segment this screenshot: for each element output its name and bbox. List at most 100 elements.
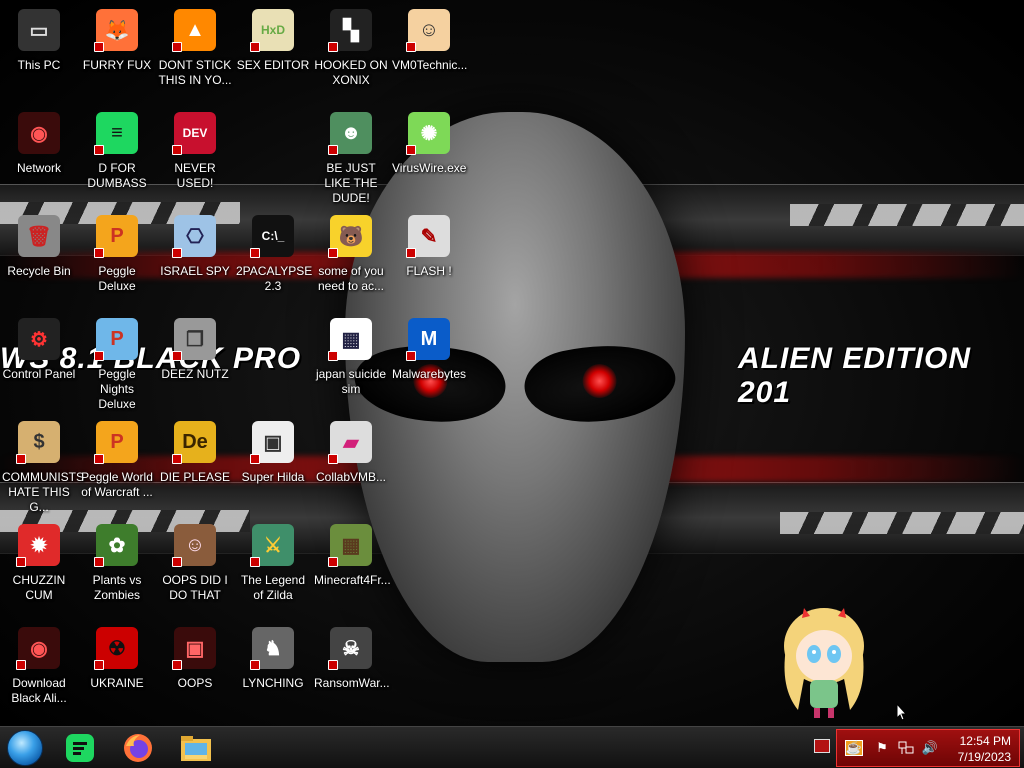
- taskbar-firefox-icon[interactable]: [116, 730, 160, 766]
- system-tray: ☕ ⚑ 🔊 12:54 PM 7/19/2023: [836, 729, 1020, 767]
- taskbar-green-app-icon[interactable]: [58, 730, 102, 766]
- desktop-icon[interactable]: ☺ OOPS DID I DO THAT: [156, 521, 234, 603]
- desktop-icon-label: VirusWire.exe: [392, 161, 467, 175]
- desktop-icon[interactable]: ▦ japan suicide sim: [312, 315, 390, 397]
- shortcut-arrow-icon: [172, 557, 182, 567]
- desktop-icon[interactable]: De DIE PLEASE: [156, 418, 234, 485]
- minecraft-icon: ▦: [326, 521, 376, 569]
- volume-icon[interactable]: 🔊: [921, 740, 939, 756]
- desktop-icon[interactable]: ⚙ Control Panel: [0, 315, 78, 382]
- desktop-icon[interactable]: ▰ CollabVMB...: [312, 418, 390, 485]
- taskbar-clock[interactable]: 12:54 PM 7/19/2023: [958, 733, 1011, 765]
- desktop-icon-label: CHUZZIN CUM: [12, 573, 66, 602]
- desktop-icon-label: Control Panel: [2, 367, 76, 381]
- desktop-icon[interactable]: ⎔ ISRAEL SPY: [156, 212, 234, 279]
- icon-glyph: ◉: [18, 112, 60, 154]
- shortcut-arrow-icon: [172, 145, 182, 155]
- desktop-icon[interactable]: ☺ VM0Technic...: [390, 6, 468, 73]
- desktop-icon-label: Peggle Nights Deluxe: [98, 367, 136, 411]
- desktop-icon[interactable]: ◉ Download Black Ali...: [0, 624, 78, 706]
- firefox-icon: 🦊: [92, 6, 142, 54]
- hilda-icon: ▣: [248, 418, 298, 466]
- desktop-icon-label: FURRY FUX: [82, 58, 152, 72]
- shortcut-arrow-icon: [172, 660, 182, 670]
- desktop-icon[interactable]: ▭ This PC: [0, 6, 78, 73]
- start-button[interactable]: [7, 730, 43, 766]
- shortcut-arrow-icon: [94, 454, 104, 464]
- desktop-icon-label: Super Hilda: [241, 470, 305, 484]
- desktop-icon[interactable]: ▦ Minecraft4Fr...: [312, 521, 391, 588]
- taskbar: ☕ ⚑ 🔊 12:54 PM 7/19/2023: [0, 726, 1024, 768]
- desktop-icon[interactable]: ▚ HOOKED ON XONIX: [312, 6, 390, 88]
- document-icon: ▦: [326, 315, 376, 363]
- desktop-icon-label: NEVER USED!: [174, 161, 216, 190]
- desktop-icon-label: LYNCHING: [242, 676, 304, 690]
- desktop-icon[interactable]: ▣ Super Hilda: [234, 418, 312, 485]
- desktop-icon[interactable]: ⚔ The Legend of Zilda: [234, 521, 312, 603]
- desktop-icon[interactable]: P Peggle World of Warcraft ...: [78, 418, 156, 500]
- desktop-icon[interactable]: HxD SEX EDITOR: [234, 6, 312, 73]
- desktop-icon-label: UKRAINE: [90, 676, 144, 690]
- desktop-icon[interactable]: 🐻 some of you need to ac...: [312, 212, 390, 294]
- desktop-icon-label: VM0Technic...: [392, 58, 468, 72]
- shortcut-arrow-icon: [328, 454, 338, 464]
- desktop-icon[interactable]: P Peggle Nights Deluxe: [78, 315, 156, 412]
- desktop-icon[interactable]: 🗑 Recycle Bin: [0, 212, 78, 279]
- desktop-icon-label: Recycle Bin: [7, 264, 71, 278]
- shortcut-arrow-icon: [328, 557, 338, 567]
- tray-overflow-button[interactable]: [814, 739, 830, 753]
- desktop-icon[interactable]: ❐ DEEZ NUTZ: [156, 315, 234, 382]
- flag-icon[interactable]: ⚑: [873, 740, 891, 756]
- desktop-icon[interactable]: ≡ D FOR DUMBASS: [78, 109, 156, 191]
- desktop-icon-label: Network: [16, 161, 61, 175]
- shortcut-arrow-icon: [406, 42, 416, 52]
- desktop-icon-label: OOPS: [177, 676, 213, 690]
- shortcut-arrow-icon: [94, 351, 104, 361]
- desktop-icon[interactable]: C:\_ 2PACALYPSE 2.3: [234, 212, 312, 294]
- shortcut-arrow-icon: [328, 660, 338, 670]
- taskbar-file-explorer-icon[interactable]: [174, 730, 218, 766]
- desktop-icon[interactable]: P Peggle Deluxe: [78, 212, 156, 294]
- desktop-icon[interactable]: DEV NEVER USED!: [156, 109, 234, 191]
- desktop-icon[interactable]: M Malwarebytes: [390, 315, 468, 382]
- zelda-icon: ⚔: [248, 521, 298, 569]
- shortcut-arrow-icon: [250, 248, 260, 258]
- shortcut-arrow-icon: [250, 557, 260, 567]
- desktop-icon[interactable]: $ COMMUNISTS HATE THIS G...: [0, 418, 84, 515]
- alien-head: [345, 112, 685, 662]
- tray-java-icon[interactable]: ☕: [845, 740, 863, 756]
- wallpaper-stripes: [780, 512, 1024, 534]
- desktop-icon[interactable]: 🦊 FURRY FUX: [78, 6, 156, 73]
- desktop-icon[interactable]: ♞ LYNCHING: [234, 624, 312, 691]
- desktop-icon[interactable]: ✹ CHUZZIN CUM: [0, 521, 78, 603]
- wallpaper-text-right: ALIEN EDITION 201: [738, 342, 972, 409]
- bell-icon: ♞: [248, 624, 298, 672]
- desktop-icon-label: DIE PLEASE: [159, 470, 231, 484]
- desktop-icon[interactable]: ◉ Network: [0, 109, 78, 176]
- desktop-icon-label: Malwarebytes: [392, 367, 467, 381]
- terminal-icon: C:\_: [248, 212, 298, 260]
- shortcut-arrow-icon: [94, 660, 104, 670]
- shortcut-arrow-icon: [94, 557, 104, 567]
- desktop-icon[interactable]: ✺ VirusWire.exe: [390, 109, 468, 176]
- desktop-icon[interactable]: ☢ UKRAINE: [78, 624, 156, 691]
- desktop-icon[interactable]: ☻ BE JUST LIKE THE DUDE!: [312, 109, 390, 206]
- shortcut-arrow-icon: [250, 42, 260, 52]
- desktop-icon[interactable]: ✿ Plants vs Zombies: [78, 521, 156, 603]
- shortcut-arrow-icon: [94, 248, 104, 258]
- control-panel-icon: ⚙: [14, 315, 64, 363]
- icon-glyph: ▭: [18, 9, 60, 51]
- wallpaper-stripes: [790, 204, 1024, 226]
- desktop-icon-label: Minecraft4Fr...: [314, 573, 391, 587]
- money-bag-icon: $: [14, 418, 64, 466]
- desktop-icon[interactable]: ✎ FLASH !: [390, 212, 468, 279]
- network-status-icon[interactable]: [897, 740, 915, 756]
- desktop-icon[interactable]: ▲ DONT STICK THIS IN YO...: [156, 6, 234, 88]
- desktop-icon[interactable]: ☠ RansomWar...: [312, 624, 390, 691]
- shortcut-arrow-icon: [172, 351, 182, 361]
- mouse-pointer: [896, 703, 908, 721]
- desktop-icon-label: DONT STICK THIS IN YO...: [158, 58, 232, 87]
- peggle-nights-icon: P: [92, 315, 142, 363]
- desktop-icon[interactable]: ▣ OOPS: [156, 624, 234, 691]
- d-app-icon: ≡: [92, 109, 142, 157]
